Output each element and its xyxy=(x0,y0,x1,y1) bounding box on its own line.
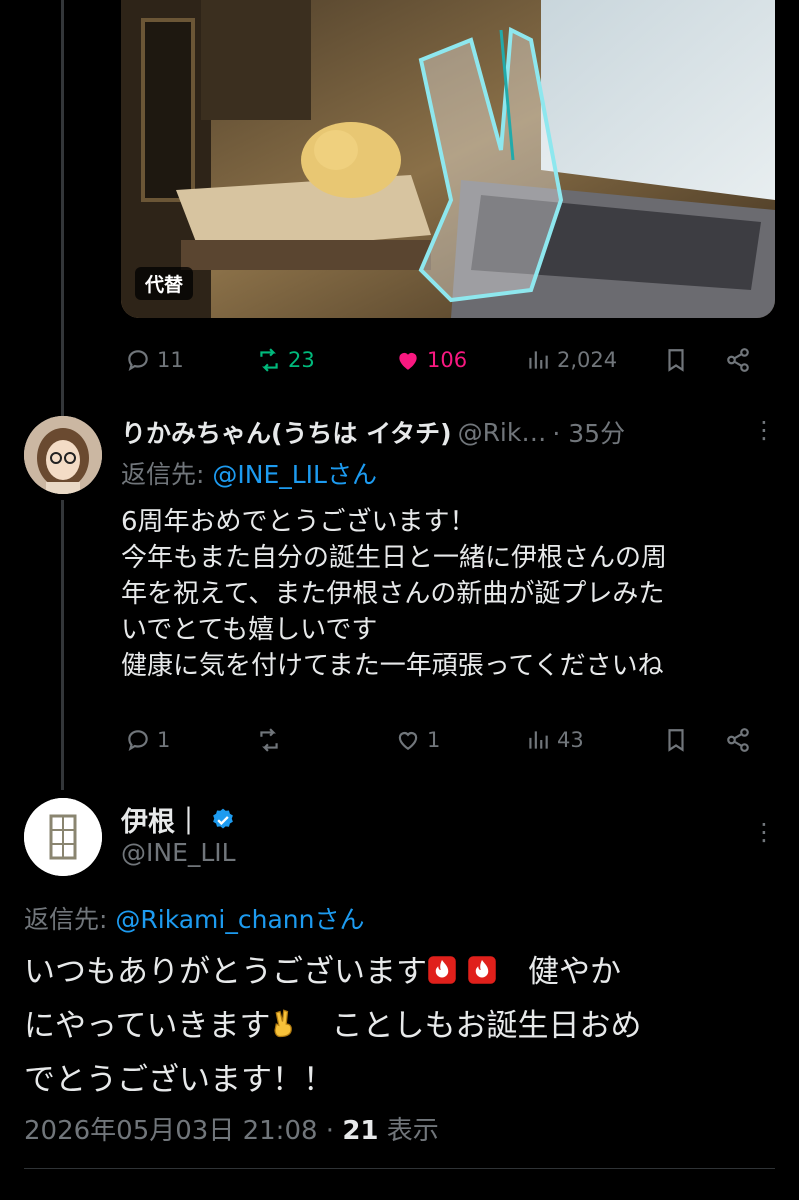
tweet-line: 健康に気を付けてまた一年頑張ってくださいね xyxy=(121,651,664,681)
tweet-line: 今年もまた自分の誕生日と一緒に伊根さんの周 xyxy=(121,543,668,573)
fire-emoji-icon xyxy=(428,956,456,984)
repost-count: 23 xyxy=(288,348,315,372)
verified-badge-icon xyxy=(213,808,233,829)
tweet-actions: 1 1 43 xyxy=(121,720,775,760)
repost-icon xyxy=(260,728,278,752)
reply-count: 1 xyxy=(157,728,171,752)
repost-icon xyxy=(260,348,278,372)
reply-to-link[interactable]: @INE_LILさん xyxy=(212,460,377,489)
bookmark-button[interactable] xyxy=(663,340,689,380)
display-name[interactable]: 伊根｜ xyxy=(121,800,202,839)
more-options-icon[interactable]: ⋮ xyxy=(752,416,776,444)
display-name[interactable]: りかみちゃん(うちは イタチ) xyxy=(121,414,452,450)
media-illustration xyxy=(121,0,775,318)
tweet-line: でとうございます！！ xyxy=(24,1062,334,1098)
tweet-text-segment: 健やか xyxy=(497,954,621,990)
views-count: 21 xyxy=(342,1116,379,1146)
thread-line xyxy=(61,0,64,420)
reply-to-prefix: 返信先: xyxy=(24,905,116,934)
like-count: 1 xyxy=(427,728,441,752)
logo-avatar-image xyxy=(24,798,102,876)
alt-text-badge[interactable]: 代替 xyxy=(135,267,194,300)
tweet-date[interactable]: 2026年05月03日 21:08 · xyxy=(24,1116,342,1146)
reply-to: 返信先: @INE_LILさん xyxy=(121,455,377,491)
like-button[interactable]: 1 xyxy=(395,720,440,760)
bookmark-icon xyxy=(668,729,684,752)
repost-button[interactable]: 23 xyxy=(256,340,315,380)
bookmark-icon xyxy=(668,349,684,372)
reply-button[interactable]: 11 xyxy=(125,340,184,380)
reply-button[interactable]: 1 xyxy=(125,720,170,760)
thread-line xyxy=(61,500,64,790)
share-icon xyxy=(727,348,749,372)
like-count: 106 xyxy=(427,348,468,372)
tweet-text: 6周年おめでとうございます！ 今年もまた自分の誕生日と一緒に伊根さんの周 年を祝… xyxy=(121,504,791,684)
share-button[interactable] xyxy=(725,340,751,380)
share-icon xyxy=(727,728,749,752)
heart-icon xyxy=(398,732,418,750)
bookmark-button[interactable] xyxy=(663,720,689,760)
reply-icon xyxy=(128,350,148,372)
reply-to: 返信先: @Rikami_channさん xyxy=(24,900,364,936)
views-count: 43 xyxy=(557,728,584,752)
more-options-icon[interactable]: ⋮ xyxy=(752,818,776,846)
handle[interactable]: @Rik… xyxy=(458,418,547,447)
reply-to-link[interactable]: @Rikami_channさん xyxy=(115,905,364,934)
divider xyxy=(24,1168,775,1169)
avatar[interactable] xyxy=(24,798,102,876)
tweet-line: にやっていきます ことしもお誕生日おめ xyxy=(24,999,784,1053)
reply-icon xyxy=(128,730,148,752)
tweet-media-image[interactable]: 代替 xyxy=(121,0,775,318)
reply-to-prefix: 返信先: xyxy=(121,460,213,489)
avatar-image xyxy=(24,416,102,494)
like-button[interactable]: 106 xyxy=(395,340,467,380)
tweet-line: 6周年おめでとうございます！ xyxy=(121,507,476,537)
victory-hand-emoji-icon xyxy=(274,1009,293,1038)
views-button[interactable]: 43 xyxy=(525,720,584,760)
share-button[interactable] xyxy=(725,720,751,760)
main-tweet-text: いつもありがとうございます 健やか にやっていきます ことしもお誕生日おめ でと… xyxy=(24,945,784,1107)
tweet-line: いでとても嬉しいです xyxy=(121,615,378,645)
views-icon xyxy=(529,351,548,369)
views-label: 表示 xyxy=(378,1116,439,1146)
heart-filled-icon xyxy=(399,352,417,370)
views-button[interactable]: 2,024 xyxy=(525,340,617,380)
tweet-line: 年を祝えて、また伊根さんの新曲が誕プレみた xyxy=(121,579,665,609)
views-count: 2,024 xyxy=(557,348,618,372)
main-author-name-row: 伊根｜ xyxy=(121,800,236,839)
tweet-actions: 11 23 106 2,024 xyxy=(121,340,775,380)
tweet-text-segment: ことしもお誕生日おめ xyxy=(300,1008,642,1044)
views-icon xyxy=(529,731,548,749)
repost-button[interactable] xyxy=(256,720,288,760)
reply-author-row: りかみちゃん(うちは イタチ) @Rik… · 35分 xyxy=(121,412,625,452)
tweet-metadata: 2026年05月03日 21:08 · 21 表示 xyxy=(24,1110,439,1147)
timestamp[interactable]: · 35分 xyxy=(552,414,625,450)
handle[interactable]: @INE_LIL xyxy=(121,838,236,867)
reply-count: 11 xyxy=(157,348,184,372)
tweet-text-segment: にやっていきます xyxy=(24,1008,271,1044)
tweet-line: いつもありがとうございます 健やか xyxy=(24,945,784,999)
fire-emoji-icon xyxy=(468,956,496,984)
avatar[interactable] xyxy=(24,416,102,494)
tweet-text-segment: いつもありがとうございます xyxy=(24,954,427,990)
